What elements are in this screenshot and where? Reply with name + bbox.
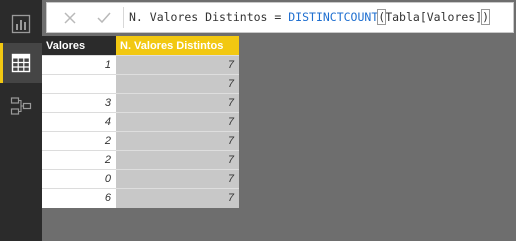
table-row[interactable]: 17 <box>42 55 239 75</box>
table-body: 177374727270767 <box>42 55 239 208</box>
close-icon <box>64 11 76 24</box>
left-nav <box>0 0 42 241</box>
cell-distinct-count[interactable]: 7 <box>116 93 239 113</box>
formula-prefix: N. Valores Distintos = <box>129 10 289 24</box>
table-row[interactable]: 7 <box>42 74 239 94</box>
formula-divider <box>123 7 124 28</box>
cell-distinct-count[interactable]: 7 <box>116 150 239 170</box>
cell-valores[interactable] <box>42 74 116 94</box>
column-header-valores[interactable]: Valores <box>42 36 116 56</box>
table-grid-icon <box>11 53 31 73</box>
relationships-icon <box>10 97 32 115</box>
check-icon <box>97 12 111 23</box>
table-row[interactable]: 07 <box>42 169 239 189</box>
formula-function: DISTINCTCOUNT <box>288 10 379 24</box>
cell-distinct-count[interactable]: 7 <box>116 74 239 94</box>
table-row[interactable]: 27 <box>42 131 239 151</box>
formula-argument: Tabla[Valores] <box>385 10 483 24</box>
cell-valores[interactable]: 2 <box>42 150 116 170</box>
table-row[interactable]: 27 <box>42 150 239 170</box>
bar-chart-icon <box>11 14 31 34</box>
formula-toolbar: N. Valores Distintos = DISTINCTCOUNT(Tab… <box>42 0 516 36</box>
cell-valores[interactable]: 2 <box>42 131 116 151</box>
relationships-view-button[interactable] <box>0 86 42 126</box>
cell-distinct-count[interactable]: 7 <box>116 169 239 189</box>
column-header-distinct-count[interactable]: N. Valores Distintos <box>116 36 239 56</box>
report-view-button[interactable] <box>0 4 42 44</box>
cancel-button[interactable] <box>53 3 87 32</box>
formula-bar[interactable]: N. Valores Distintos = DISTINCTCOUNT(Tab… <box>46 2 514 33</box>
cell-valores[interactable]: 6 <box>42 188 116 208</box>
formula-input[interactable]: N. Valores Distintos = DISTINCTCOUNT(Tab… <box>129 3 491 32</box>
cell-valores[interactable]: 1 <box>42 55 116 75</box>
cell-distinct-count[interactable]: 7 <box>116 131 239 151</box>
data-view-button[interactable] <box>0 43 42 83</box>
cell-valores[interactable]: 3 <box>42 93 116 113</box>
cell-distinct-count[interactable]: 7 <box>116 188 239 208</box>
cell-distinct-count[interactable]: 7 <box>116 112 239 132</box>
active-indicator <box>0 43 3 83</box>
table-row[interactable]: 37 <box>42 93 239 113</box>
data-table: Valores N. Valores Distintos 17737472727… <box>42 36 239 208</box>
cell-valores[interactable]: 0 <box>42 169 116 189</box>
table-row[interactable]: 47 <box>42 112 239 132</box>
table-row[interactable]: 67 <box>42 188 239 208</box>
commit-button[interactable] <box>87 3 121 32</box>
cell-distinct-count[interactable]: 7 <box>116 55 239 75</box>
formula-close-paren: ) <box>481 9 491 25</box>
cell-valores[interactable]: 4 <box>42 112 116 132</box>
